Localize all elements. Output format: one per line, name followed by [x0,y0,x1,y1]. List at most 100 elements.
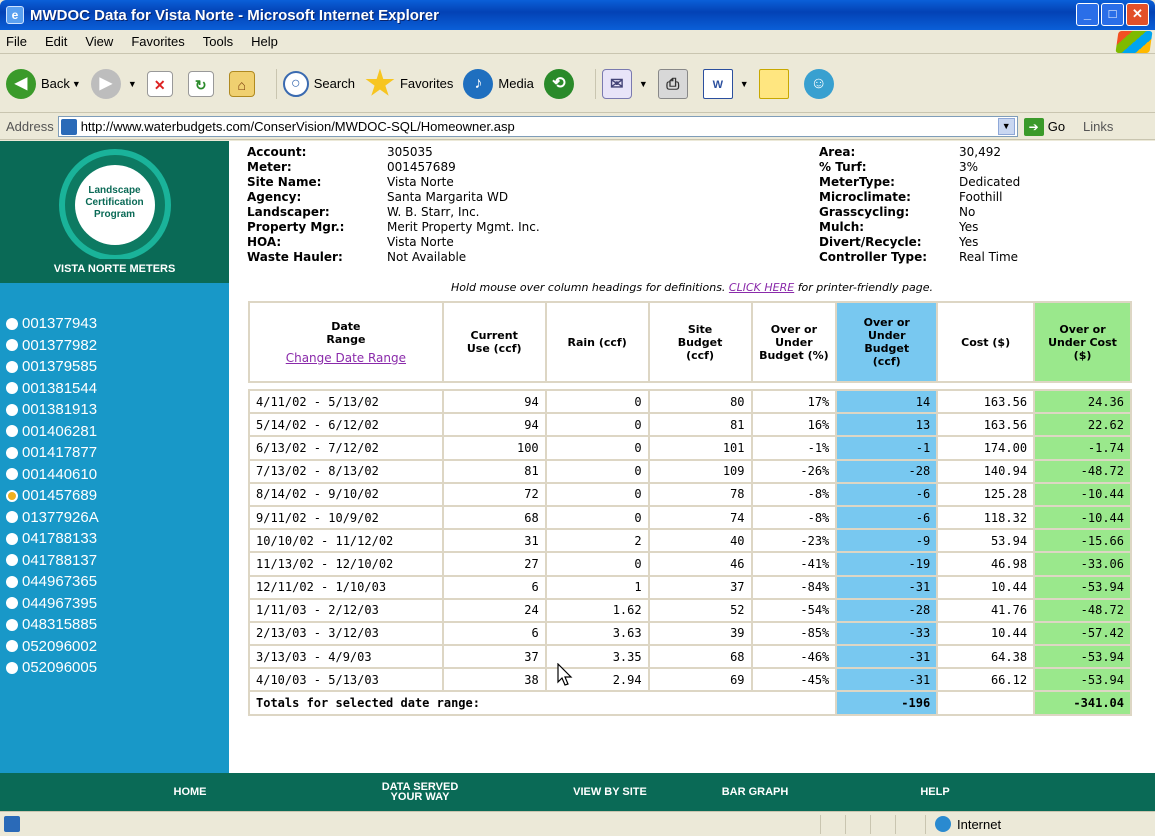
logo-text: Landscape Certification Program [74,165,155,245]
meter-item[interactable]: 041788137 [6,550,99,572]
footer-bar-graph-link[interactable]: BAR GRAPH [705,787,805,798]
address-input[interactable]: http://www.waterbudgets.com/ConserVision… [57,116,1018,137]
meter-item[interactable]: 052096002 [6,636,99,658]
refresh-button[interactable]: ↻ [187,70,219,97]
mail-button[interactable]: ✉ ▼ [601,68,648,99]
favorites-button[interactable]: Favorites [365,68,453,99]
table-row: 12/11/02 - 1/10/03 6 1 37 -84% -31 10.44 -53.94 [248,574,1132,600]
meter-item[interactable]: 001406281 [6,421,99,443]
close-button[interactable]: ✕ [1126,3,1149,26]
info-value: Vista Norte [387,175,454,189]
search-label: Search [313,76,355,91]
mouse-cursor-icon [557,663,573,686]
table-cell: -53.94 [1033,667,1132,693]
mail-icon: ✉ [601,68,632,99]
table-cell: 14 [835,388,939,415]
meter-item[interactable]: 041788133 [6,528,99,550]
links-button[interactable]: Links [1083,119,1113,134]
info-row: Meter: 001457689 [247,160,540,175]
forward-button[interactable]: ▶ ▼ [90,68,137,99]
minimize-button[interactable]: _ [1076,3,1099,26]
meter-item[interactable]: 001377943 [6,313,99,335]
meter-item[interactable]: 044967395 [6,593,99,615]
info-value: Vista Norte [387,235,454,249]
table-row: 1/11/03 - 2/12/03 24 1.62 52 -54% -28 41.76 -48… [248,597,1132,623]
table-cell: 10.44 [936,574,1036,600]
meter-label: 001379585 [22,358,98,376]
table-cell: -10.44 [1033,481,1132,507]
menu-file[interactable]: File [6,34,27,49]
menu-favorites[interactable]: Favorites [131,34,184,49]
media-button[interactable]: ♪ Media [463,68,534,99]
column-header[interactable]: Rain (ccf) [544,301,650,383]
column-header-label: Cost ($) [961,335,1011,349]
go-button[interactable]: ➔ Go [1023,117,1065,136]
column-header-label: Date Range [326,319,366,346]
meter-item[interactable]: 001381913 [6,399,99,421]
windows-logo-icon [1115,31,1153,53]
search-button[interactable]: ○ Search [282,70,355,97]
column-header[interactable]: Date Range Change Date Range [248,301,444,383]
history-button[interactable]: ⟲ [543,68,579,99]
note-icon [758,68,789,99]
footer-view-by-site-link[interactable]: VIEW BY SITE [560,787,660,798]
edit-word-button[interactable]: W ▼ [702,68,749,99]
table-row: 7/13/02 - 8/13/02 81 0 109 -26% -28 140.94 -48.… [248,458,1132,484]
home-button[interactable]: ⌂ [228,70,260,97]
table-cell: 6/13/02 - 7/12/02 [248,435,444,461]
meter-item[interactable]: 001381544 [6,378,99,400]
info-key: Landscaper: [247,205,330,219]
meter-item[interactable]: 048315885 [6,614,99,636]
meter-item[interactable]: 001440610 [6,464,99,486]
table-cell: 4/11/02 - 5/13/02 [248,388,444,415]
menu-help[interactable]: Help [251,34,278,49]
menu-tools[interactable]: Tools [203,34,233,49]
maximize-button[interactable]: □ [1101,3,1124,26]
info-value: Dedicated [959,175,1021,189]
info-key: Area: [819,145,856,159]
table-cell: 81 [647,412,753,438]
table-cell: 140.94 [936,458,1036,484]
back-button[interactable]: ◀ Back ▼ [6,68,81,99]
table-cell: -54% [750,597,838,623]
change-date-range-link[interactable]: Change Date Range [286,351,406,365]
address-dropdown-icon[interactable]: ▼ [997,118,1015,135]
footer-help-link[interactable]: HELP [905,787,965,798]
column-header[interactable]: Over or Under Budget (ccf) [835,301,939,383]
meter-item[interactable]: 001417877 [6,442,99,464]
menu-bar: File Edit View Favorites Tools Help [0,30,1155,54]
info-key: Account: [247,145,307,159]
column-header[interactable]: Over or Under Budget (%) [750,301,838,383]
address-url: http://www.waterbudgets.com/ConserVision… [80,119,515,134]
info-row: Divert/Recycle: Yes [819,235,1020,250]
column-header[interactable]: Site Budget (ccf) [647,301,753,383]
info-row: % Turf: 3% [819,160,1020,175]
column-header[interactable]: Current Use (ccf) [441,301,547,383]
meter-item[interactable]: 001379585 [6,356,99,378]
meter-item[interactable]: 044967365 [6,571,99,593]
print-button[interactable]: ⎙ [657,68,693,99]
table-cell: -45% [750,667,838,693]
footer-home-link[interactable]: HOME [150,787,230,798]
info-value: Yes [959,220,979,234]
info-row: Grasscycling: No [819,205,1020,220]
info-row: MeterType: Dedicated [819,175,1020,190]
info-key: Waste Hauler: [247,250,343,264]
meter-item[interactable]: 001377982 [6,335,99,357]
column-header[interactable]: Cost ($) [936,301,1036,383]
stop-button[interactable]: ✕ [146,70,178,97]
footer-data-served-link[interactable]: DATA SERVED YOUR WAY [370,782,470,803]
status-bar: Internet [0,811,1155,836]
meter-item[interactable]: 052096005 [6,657,99,679]
meter-item[interactable]: 001457689 [6,485,99,507]
menu-edit[interactable]: Edit [45,34,67,49]
printer-friendly-link[interactable]: CLICK HERE [729,281,794,294]
info-row: Account: 305035 [247,145,540,160]
discuss-button[interactable] [758,68,794,99]
radio-bullet-icon [6,339,18,352]
menu-view[interactable]: View [85,34,113,49]
column-header[interactable]: Over or Under Cost ($) [1033,301,1132,383]
messenger-button[interactable]: ☺ [803,68,839,99]
info-row: Mulch: Yes [819,220,1020,235]
meter-item[interactable]: 01377926A [6,507,99,529]
